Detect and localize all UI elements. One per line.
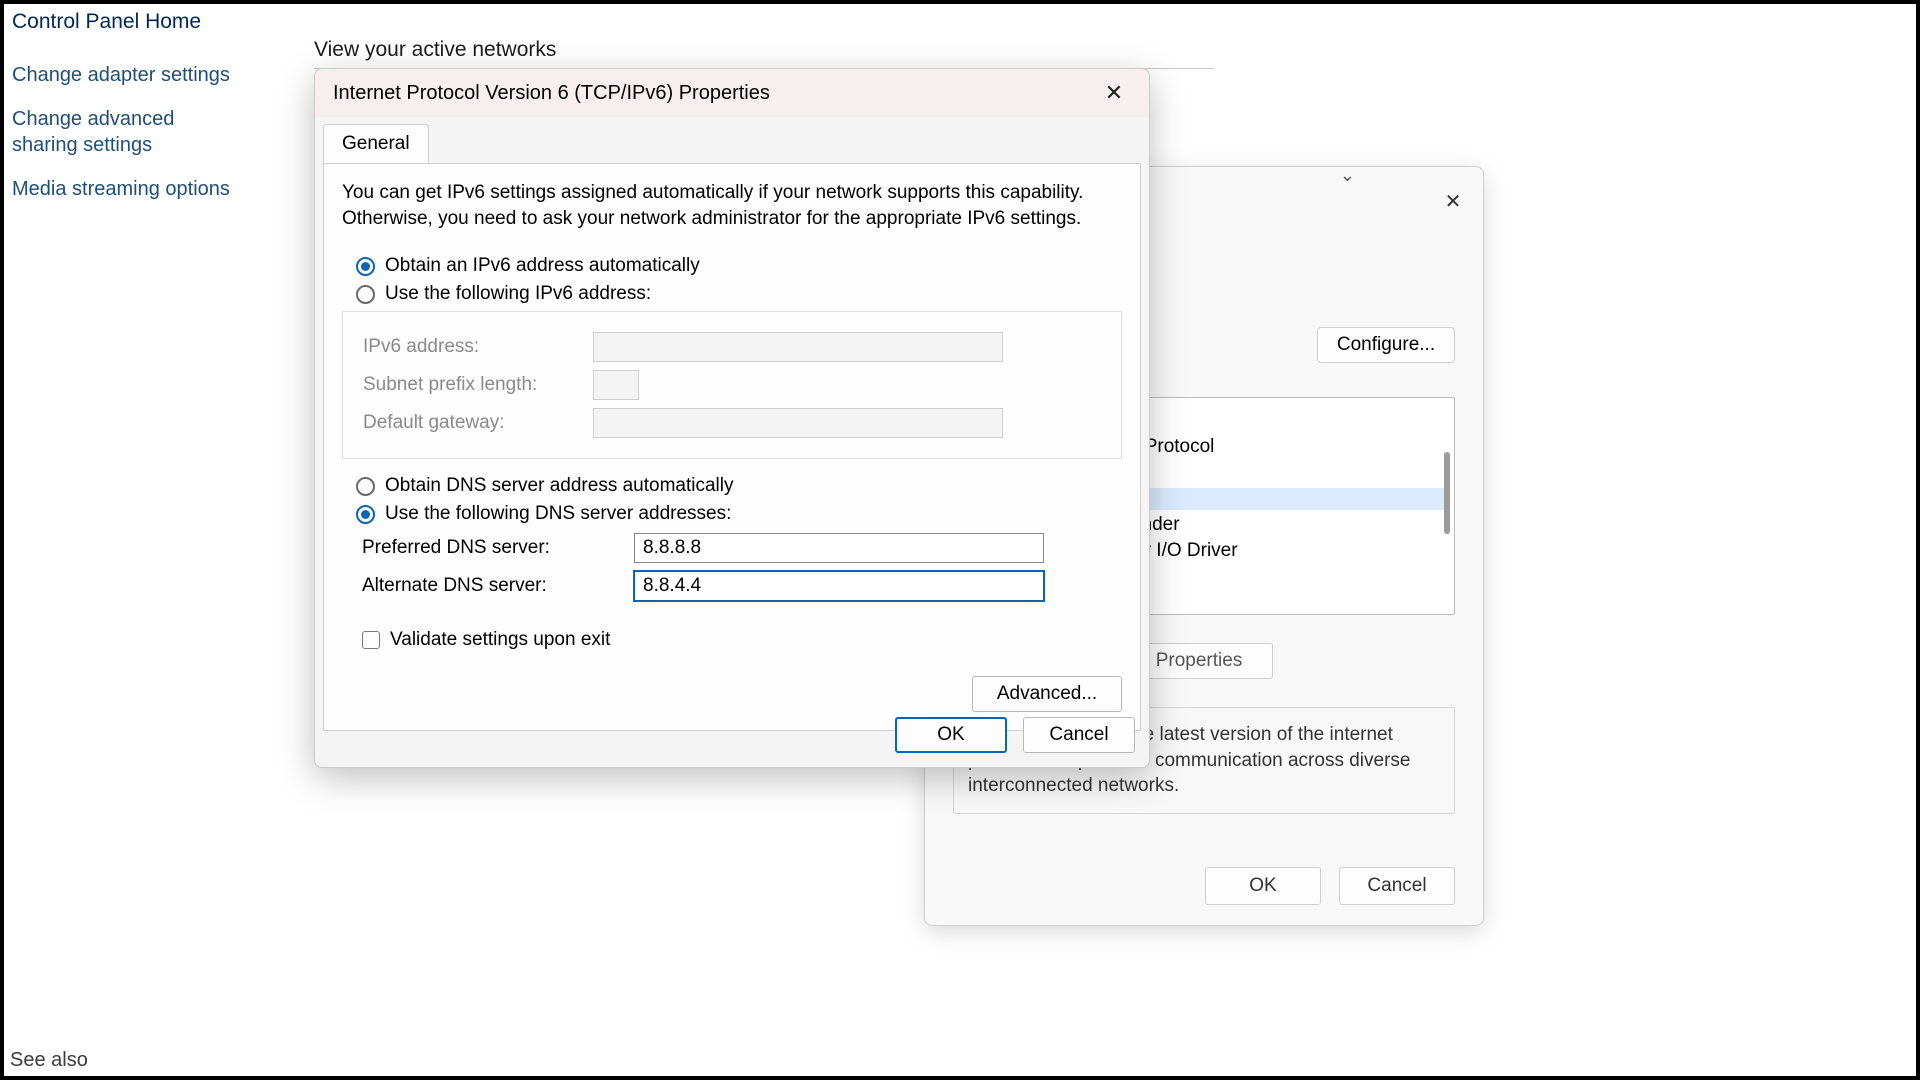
ipv6-address-input [593,332,1003,362]
cp-sidebar: Control Panel Home Change adapter settin… [12,10,242,220]
cancel-button[interactable]: Cancel [1339,867,1455,905]
dialog-title: Internet Protocol Version 6 (TCP/IPv6) P… [333,82,770,105]
radio-label: Obtain DNS server address automatically [385,475,733,497]
prefix-length-label: Subnet prefix length: [363,374,573,396]
cp-link-adapter[interactable]: Change adapter settings [12,62,242,88]
advanced-button[interactable]: Advanced... [972,676,1122,712]
dialog-titlebar: Internet Protocol Version 6 (TCP/IPv6) P… [315,69,1149,117]
prefix-length-input [593,370,639,400]
default-gateway-input [593,408,1003,438]
cancel-button[interactable]: Cancel [1023,717,1135,753]
checkbox-icon[interactable] [362,631,380,649]
configure-button[interactable]: Configure... [1317,327,1455,363]
dropdown-chevron-icon[interactable]: ⌄ [1340,165,1355,186]
alternate-dns-input[interactable] [634,571,1044,601]
ipv6-properties-dialog: Internet Protocol Version 6 (TCP/IPv6) P… [314,68,1150,768]
preferred-dns-input[interactable] [634,533,1044,563]
validate-label: Validate settings upon exit [390,629,610,651]
radio-icon[interactable] [356,285,375,304]
alternate-dns-label: Alternate DNS server: [362,575,614,597]
radio-label: Use the following IPv6 address: [385,283,651,305]
ipv6-address-group: IPv6 address: Subnet prefix length: Defa… [342,311,1122,459]
see-also-label: See also [10,1049,88,1072]
radio-ipv6-auto[interactable]: Obtain an IPv6 address automatically [356,255,1122,277]
active-networks-heading: View your active networks [314,38,1214,62]
preferred-dns-label: Preferred DNS server: [362,537,614,559]
tab-strip: General [315,117,1149,163]
radio-icon[interactable] [356,505,375,524]
radio-label: Obtain an IPv6 address automatically [385,255,700,277]
validate-checkbox-row[interactable]: Validate settings upon exit [362,629,1122,651]
default-gateway-label: Default gateway: [363,412,573,434]
cp-link-sharing[interactable]: Change advanced sharing settings [12,106,242,158]
radio-icon[interactable] [356,477,375,496]
general-panel: You can get IPv6 settings assigned autom… [323,163,1141,731]
ok-button[interactable]: OK [1205,867,1321,905]
radio-dns-manual[interactable]: Use the following DNS server addresses: [356,503,1122,525]
ipv6-address-label: IPv6 address: [363,336,573,358]
radio-dns-auto[interactable]: Obtain DNS server address automatically [356,475,1122,497]
cp-home-link[interactable]: Control Panel Home [12,10,242,34]
scrollbar-thumb[interactable] [1444,452,1450,534]
cp-main: View your active networks [314,38,1214,69]
info-text: You can get IPv6 settings assigned autom… [342,180,1122,231]
tab-general[interactable]: General [323,124,429,164]
close-icon[interactable]: ✕ [1439,187,1467,215]
ok-button[interactable]: OK [895,717,1007,753]
radio-label: Use the following DNS server addresses: [385,503,731,525]
close-icon[interactable]: ✕ [1097,76,1131,110]
radio-ipv6-manual[interactable]: Use the following IPv6 address: [356,283,1122,305]
cp-link-media[interactable]: Media streaming options [12,176,242,202]
radio-icon[interactable] [356,257,375,276]
